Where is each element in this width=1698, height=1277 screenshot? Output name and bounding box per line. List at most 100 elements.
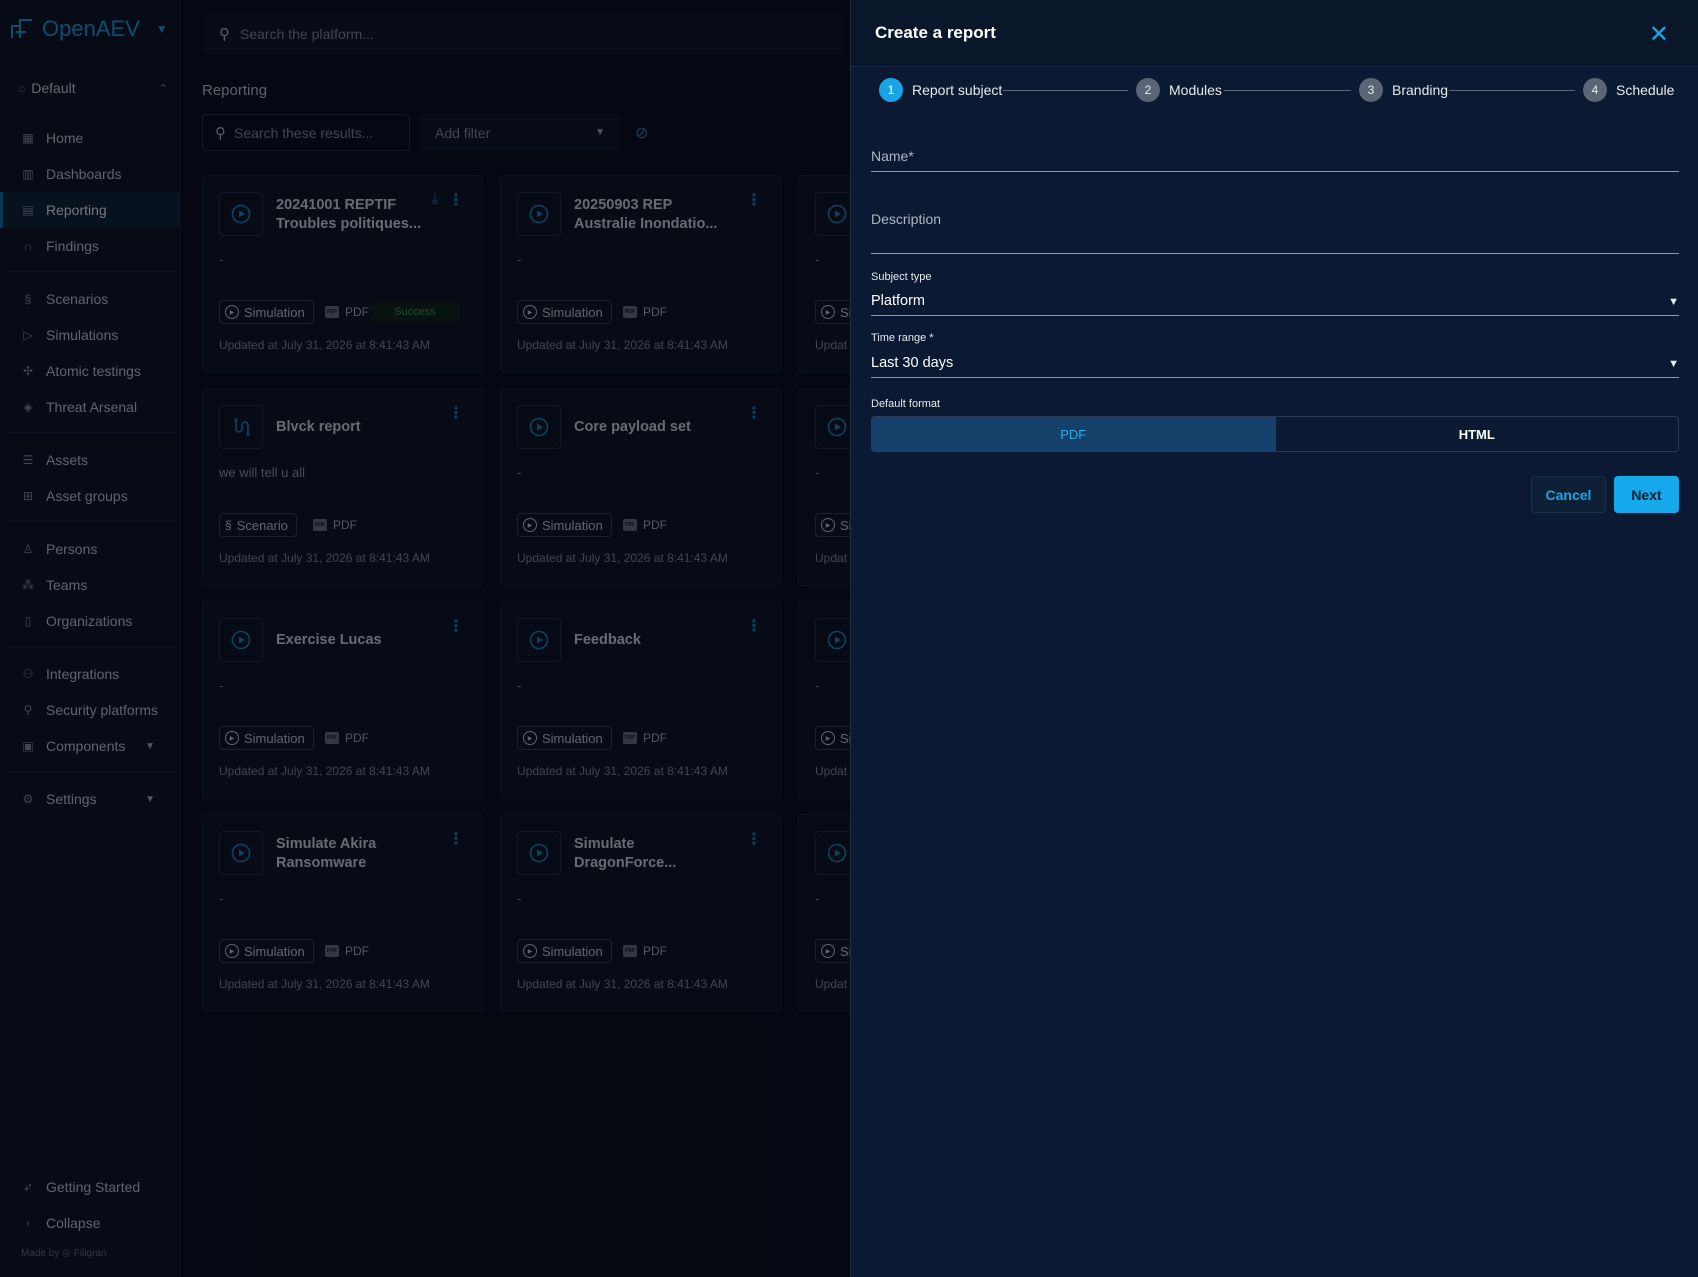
assets-icon: ☰: [22, 453, 34, 467]
report-card-updated: Updated at July 31, 2026 at 8:41:43 AM: [219, 338, 430, 352]
report-card-partial[interactable]: - ▶ Si Updat: [798, 175, 859, 373]
workspace-selector[interactable]: ⌂ Default ⌃: [18, 75, 174, 101]
report-card-partial[interactable]: - ▶ Si Updat: [798, 388, 859, 586]
sidebar-item-home[interactable]: ▦ Home: [0, 120, 181, 156]
sidebar-item-components[interactable]: ▣ Components ▼: [0, 728, 181, 764]
subject-type-select[interactable]: Platform ▼: [851, 288, 1698, 316]
add-filter-select[interactable]: Add filter ▼: [421, 114, 619, 151]
play-circle-icon: ▶: [225, 731, 239, 745]
cancel-button[interactable]: Cancel: [1531, 476, 1606, 513]
step-report-subject[interactable]: 1 Report subject: [879, 78, 1002, 102]
sidebar-item-reporting[interactable]: ▤ Reporting: [0, 192, 181, 228]
report-card[interactable]: Simulate Akira Ransomware ⋮ - ▶ Simulatio…: [202, 814, 483, 1012]
made-by-footer[interactable]: Made by ◎ Filigran: [21, 1248, 106, 1259]
sidebar-item-security-platforms[interactable]: ⚲ Security platforms: [0, 692, 181, 728]
chevron-down-icon: ▼: [145, 793, 155, 805]
report-card-updated: Updated at July 31, 2026 at 8:41:43 AM: [219, 764, 430, 778]
report-card[interactable]: Simulate DragonForce... ⋮ - ▶ Simulation …: [500, 814, 781, 1012]
name-field[interactable]: Name*: [851, 135, 1698, 175]
report-card[interactable]: 20250903 REP Australie Inondatio... ⋮ - …: [500, 175, 781, 373]
time-range-select[interactable]: Last 30 days ▼: [851, 349, 1698, 378]
more-options-icon[interactable]: ⋮: [448, 190, 464, 210]
report-card-title: Simulate DragonForce...: [574, 836, 677, 871]
global-search-input[interactable]: ⚲ Search the platform...: [205, 14, 845, 54]
play-icon: ▷: [23, 328, 33, 342]
format-option-html[interactable]: HTML: [1274, 417, 1679, 451]
rocket-icon: ➶: [22, 1180, 34, 1194]
report-card[interactable]: 20241001 REPTIF Troubles politiques... ⤓…: [202, 175, 483, 373]
pdf-file-icon: PDF: [325, 306, 339, 318]
simulation-icon: [517, 192, 561, 236]
close-icon[interactable]: ✕: [1649, 20, 1669, 49]
step-number: 4: [1583, 78, 1607, 102]
report-format: PDF PDF: [325, 731, 369, 745]
sidebar-item-simulations[interactable]: ▷ Simulations: [0, 317, 181, 353]
sidebar-item-threat-arsenal[interactable]: ◈ Threat Arsenal: [0, 389, 181, 425]
integrations-icon: ⚇: [22, 667, 34, 681]
step-branding[interactable]: 3 Branding: [1359, 78, 1448, 102]
sidebar-item-assets[interactable]: ☰ Assets: [0, 442, 181, 478]
chevron-down-icon: ▼: [1668, 358, 1679, 370]
sidebar-item-atomic-testings[interactable]: ✣ Atomic testings: [0, 353, 181, 389]
format-option-pdf[interactable]: PDF: [872, 417, 1275, 451]
step-modules[interactable]: 2 Modules: [1136, 78, 1222, 102]
drawer-header: Create a report ✕: [851, 0, 1698, 67]
status-badge: Success: [370, 302, 460, 322]
more-options-icon[interactable]: ⋮: [746, 616, 762, 636]
report-icon: ▤: [22, 203, 34, 217]
results-search-input[interactable]: ⚲ Search these results...: [202, 114, 410, 151]
getting-started-link[interactable]: ➶ Getting Started: [0, 1169, 181, 1205]
report-card-title: 20241001 REPTIF Troubles politiques...: [276, 197, 422, 232]
report-card[interactable]: Core payload set ⋮ - ▶ Simulation PDF PDF …: [500, 388, 781, 586]
step-schedule[interactable]: 4 Schedule: [1583, 78, 1674, 102]
play-circle-icon: ▶: [225, 944, 239, 958]
report-card[interactable]: Exercise Lucas ⋮ - ▶ Simulation PDF PDF Up…: [202, 601, 483, 799]
chevron-down-icon: ▼: [1668, 296, 1679, 308]
download-icon[interactable]: ⤓: [432, 190, 438, 207]
sidebar-item-persons[interactable]: ♙ Persons: [0, 531, 181, 567]
description-field[interactable]: Description: [851, 200, 1698, 256]
more-options-icon[interactable]: ⋮: [448, 403, 464, 423]
sidebar-item-dashboards[interactable]: ▥ Dashboards: [0, 156, 181, 192]
simulation-icon: [517, 831, 561, 875]
report-card-description: -: [815, 465, 820, 480]
simulation-icon: [219, 831, 263, 875]
report-format: PDF PDF: [313, 518, 357, 532]
sidebar-item-teams[interactable]: ⁂ Teams: [0, 567, 181, 603]
collapse-sidebar-button[interactable]: ‹ Collapse: [0, 1205, 181, 1241]
report-type-chip: ▶ Si: [815, 726, 853, 750]
report-type-chip: ▶ Simulation: [517, 300, 612, 324]
next-button[interactable]: Next: [1614, 476, 1679, 513]
sidebar: OpenAEV ▼ ⌂ Default ⌃ ▦ Home ▥ Dashboards …: [0, 0, 181, 1277]
teams-icon: ⁂: [22, 578, 34, 592]
sidebar-item-settings[interactable]: ⚙ Settings ▼: [0, 781, 181, 817]
report-card[interactable]: Feedback ⋮ - ▶ Simulation PDF PDF Updated …: [500, 601, 781, 799]
sidebar-item-integrations[interactable]: ⚇ Integrations: [0, 656, 181, 692]
subject-type-label: Subject type: [871, 271, 932, 283]
more-options-icon[interactable]: ⋮: [746, 829, 762, 849]
app-logo[interactable]: OpenAEV ▼: [10, 16, 168, 42]
more-options-icon[interactable]: ⋮: [746, 190, 762, 210]
report-type-chip: ▶ Simulation: [517, 939, 612, 963]
report-type-chip: ▶ Simulation: [219, 726, 314, 750]
more-options-icon[interactable]: ⋮: [746, 403, 762, 423]
report-format: PDF PDF: [325, 305, 369, 319]
more-options-icon[interactable]: ⋮: [448, 829, 464, 849]
sidebar-item-scenarios[interactable]: § Scenarios: [0, 281, 181, 317]
report-card-description: -: [815, 252, 820, 267]
clear-filters-icon[interactable]: ⊘: [635, 123, 648, 143]
sidebar-item-asset-groups[interactable]: ⊞ Asset groups: [0, 478, 181, 514]
sidebar-item-organizations[interactable]: ▯ Organizations: [0, 603, 181, 639]
report-card-partial[interactable]: - ▶ Si Updat: [798, 814, 859, 1012]
step-number: 3: [1359, 78, 1383, 102]
description-field-underline: [871, 253, 1679, 254]
report-card[interactable]: Blvck report ⋮ we will tell u all § Scena…: [202, 388, 483, 586]
more-options-icon[interactable]: ⋮: [448, 616, 464, 636]
subject-type-value: Platform: [871, 293, 925, 309]
report-card-partial[interactable]: - ▶ Si Updat: [798, 601, 859, 799]
sidebar-item-findings[interactable]: ∩ Findings: [0, 228, 181, 264]
workspace-label: Default: [31, 80, 76, 96]
report-card-description: -: [219, 678, 224, 693]
report-card-updated: Updated at July 31, 2026 at 8:41:43 AM: [517, 338, 728, 352]
app-switch-caret-icon[interactable]: ▼: [156, 22, 168, 36]
